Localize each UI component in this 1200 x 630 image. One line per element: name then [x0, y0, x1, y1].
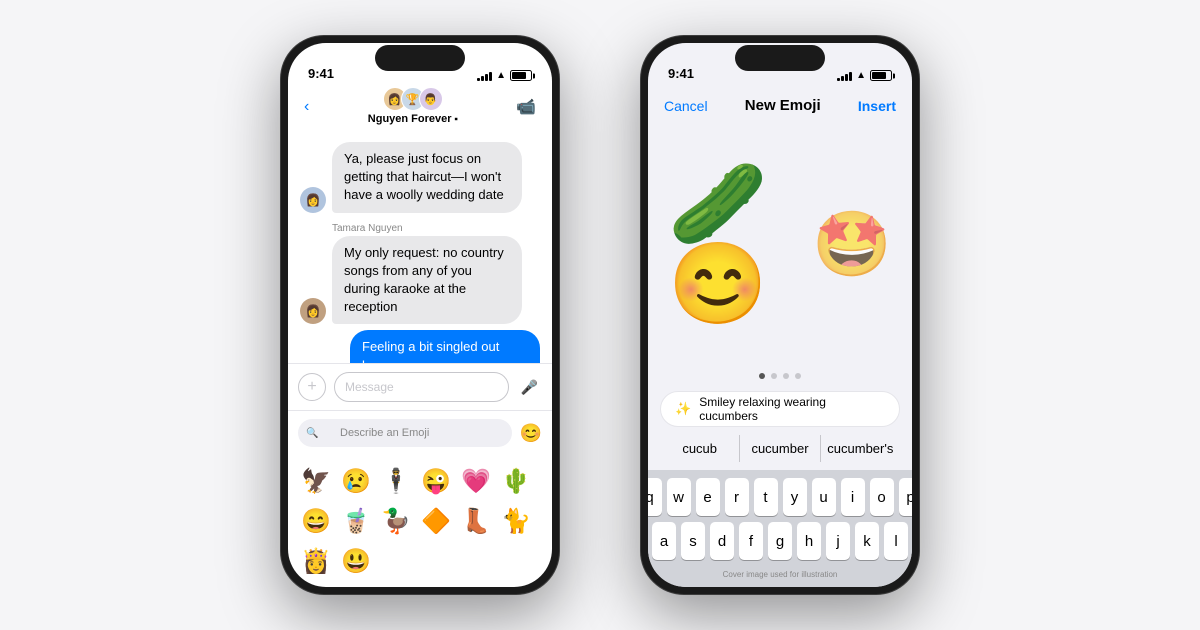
emoji-item[interactable]: 🦆 [378, 503, 414, 539]
emoji-item[interactable]: 😢 [338, 463, 374, 499]
emoji-description-input[interactable]: ✨ Smiley relaxing wearing cucumbers [660, 391, 900, 427]
key-p[interactable]: p [899, 478, 913, 516]
main-emoji-preview: 🥒😊 [668, 164, 772, 324]
insert-button[interactable]: Insert [858, 98, 896, 114]
message-bubble-sent: Feeling a bit singled out here [350, 330, 540, 363]
key-s[interactable]: s [681, 522, 705, 560]
key-r[interactable]: r [725, 478, 749, 516]
key-w[interactable]: w [667, 478, 691, 516]
autocomplete-word-1[interactable]: cucub [660, 435, 740, 462]
key-h[interactable]: h [797, 522, 821, 560]
mic-button[interactable]: 🎤 [517, 379, 542, 396]
dynamic-island-right [735, 45, 825, 71]
message-bubble: My only request: no country songs from a… [332, 236, 522, 325]
add-button[interactable]: + [298, 373, 326, 401]
key-j[interactable]: j [826, 522, 850, 560]
avatar: 👩 [300, 298, 326, 324]
key-a[interactable]: a [652, 522, 676, 560]
key-u[interactable]: u [812, 478, 836, 516]
key-o[interactable]: o [870, 478, 894, 516]
key-l[interactable]: l [884, 522, 908, 560]
emoji-item[interactable]: 👢 [458, 503, 494, 539]
emoji-item[interactable]: 😜 [418, 463, 454, 499]
dot-4[interactable] [795, 373, 801, 379]
emoji-item[interactable]: 👸 [298, 543, 334, 579]
key-g[interactable]: g [768, 522, 792, 560]
pagination-dots [648, 365, 912, 391]
signal-icon [477, 71, 492, 81]
message-input[interactable]: Message [334, 372, 509, 402]
right-phone: 9:41 ▲ Cancel New Emoji Insert [640, 35, 920, 595]
emoji-item[interactable]: 😄 [298, 503, 334, 539]
status-icons-right: ▲ [837, 70, 892, 81]
keyboard-row-2: a s d f g h j k l [652, 522, 908, 560]
dot-1[interactable] [759, 373, 765, 379]
emoji-item[interactable]: 🕴️ [378, 463, 414, 499]
battery-icon [510, 70, 532, 81]
dot-2[interactable] [771, 373, 777, 379]
back-button[interactable]: ‹ [304, 98, 309, 116]
group-info[interactable]: 👩 🏆 👨 Nguyen Forever ⬝ [368, 87, 458, 126]
group-name: Nguyen Forever ⬝ [368, 113, 458, 126]
avatar-3: 👨 [419, 87, 443, 111]
wifi-icon: ▲ [496, 70, 506, 81]
key-k[interactable]: k [855, 522, 879, 560]
avatar-stack: 👩 🏆 👨 [383, 87, 443, 111]
status-icons-left: ▲ [477, 70, 532, 81]
messages-nav: ‹ 👩 🏆 👨 Nguyen Forever ⬝ 📹 [288, 87, 552, 134]
message-bubble: Ya, please just focus on getting that ha… [332, 142, 522, 213]
key-f[interactable]: f [739, 522, 763, 560]
keyboard: q w e r t y u i o p a s d f g h j k l [648, 470, 912, 587]
emoji-item[interactable]: 😃 [338, 543, 374, 579]
avatar: 👩 [300, 187, 326, 213]
cover-image-text: Cover image used for illustration [652, 566, 908, 583]
emoji-item[interactable]: 🌵 [498, 463, 534, 499]
secondary-emoji-preview: 🤩 [812, 212, 892, 276]
battery-icon-right [870, 70, 892, 81]
message-group: Tamara Nguyen 👩 My only request: no coun… [300, 223, 540, 325]
search-icon: 🔍 [306, 428, 318, 439]
autocomplete-word-3[interactable]: cucumber's [821, 435, 900, 462]
emoji-search-bar: 🔍 Describe an Emoji 😊 [288, 410, 552, 455]
autocomplete-bar: cucub cucumber cucumber's [648, 435, 912, 470]
emoji-face-button[interactable]: 😊 [520, 423, 542, 444]
emoji-grid: 🦅 😢 🕴️ 😜 💗 🌵 😄 🧋 🦆 🔶 👢 🐈 👸 😃 [288, 455, 552, 587]
new-emoji-title: New Emoji [745, 97, 821, 114]
key-y[interactable]: y [783, 478, 807, 516]
emoji-item[interactable]: 🔶 [418, 503, 454, 539]
signal-icon-right [837, 71, 852, 81]
emoji-preview-area: 🥒😊 🤩 [648, 122, 912, 365]
dot-3[interactable] [783, 373, 789, 379]
emoji-item[interactable]: 🦅 [298, 463, 334, 499]
key-d[interactable]: d [710, 522, 734, 560]
time-left: 9:41 [308, 66, 334, 81]
left-phone: 9:41 ▲ ‹ 👩 🏆 👨 [280, 35, 560, 595]
cancel-button[interactable]: Cancel [664, 98, 708, 114]
sender-name: Tamara Nguyen [332, 223, 540, 234]
new-emoji-header: Cancel New Emoji Insert [648, 87, 912, 122]
emoji-item[interactable]: 🧋 [338, 503, 374, 539]
message-row: 👩 My only request: no country songs from… [300, 236, 540, 325]
sparkle-icon: ✨ [675, 401, 691, 417]
key-t[interactable]: t [754, 478, 778, 516]
message-input-area: + Message 🎤 [288, 363, 552, 410]
key-q[interactable]: q [648, 478, 662, 516]
chat-area: 👩 Ya, please just focus on getting that … [288, 134, 552, 363]
emoji-item[interactable]: 💗 [458, 463, 494, 499]
emoji-desc-container: ✨ Smiley relaxing wearing cucumbers [648, 391, 912, 435]
emoji-search-input[interactable]: 🔍 Describe an Emoji [298, 419, 512, 447]
dynamic-island-left [375, 45, 465, 71]
wifi-icon-right: ▲ [856, 70, 866, 81]
message-row: 👩 Ya, please just focus on getting that … [300, 142, 540, 213]
video-call-button[interactable]: 📹 [516, 97, 536, 117]
message-row-sent: Feeling a bit singled out here [300, 330, 540, 363]
key-i[interactable]: i [841, 478, 865, 516]
time-right: 9:41 [668, 66, 694, 81]
autocomplete-word-2[interactable]: cucumber [740, 435, 820, 462]
key-e[interactable]: e [696, 478, 720, 516]
keyboard-row-1: q w e r t y u i o p [652, 478, 908, 516]
emoji-item[interactable]: 🐈 [498, 503, 534, 539]
